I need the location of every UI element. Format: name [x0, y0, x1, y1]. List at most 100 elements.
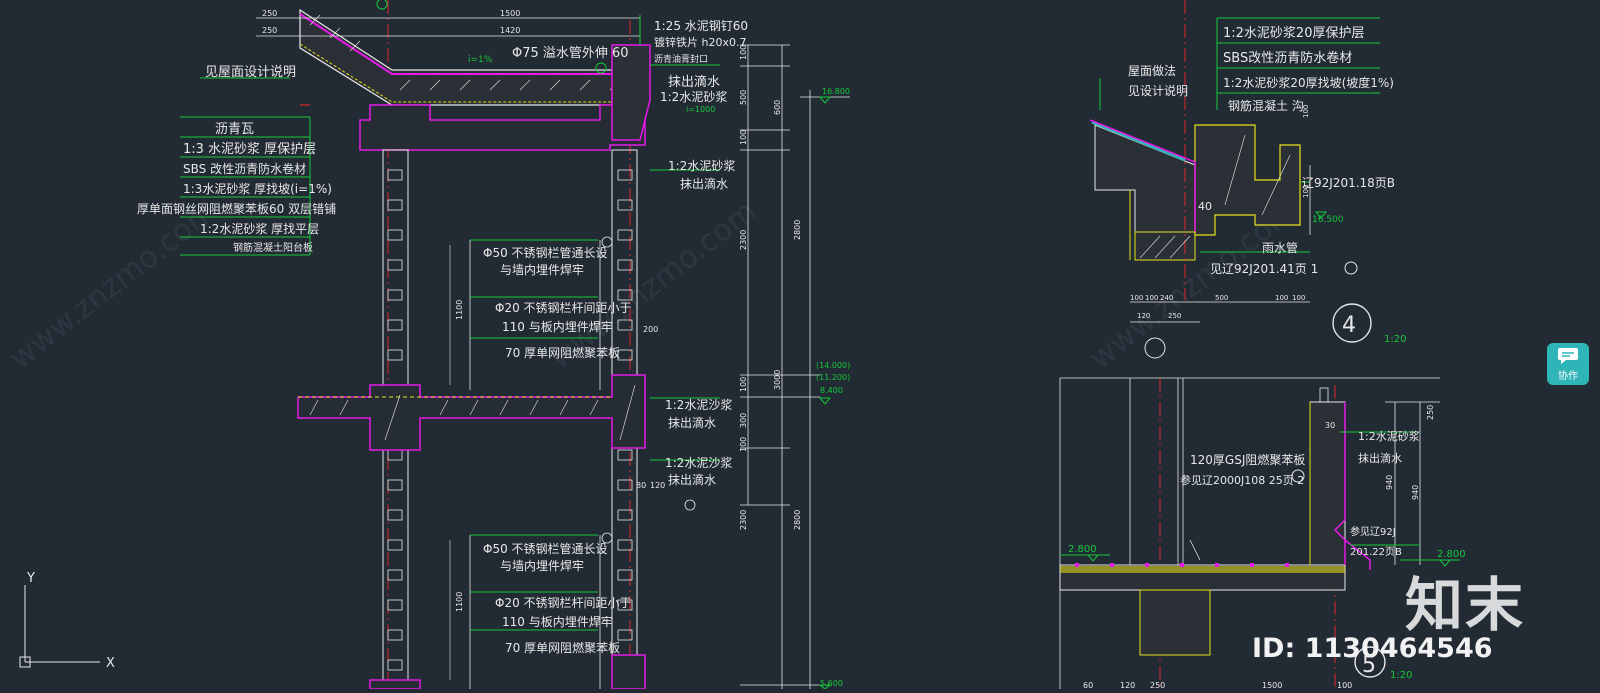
d4-ref-1: 辽92J201.18页B [1302, 176, 1395, 190]
elev-2: (11.200) [816, 373, 850, 382]
layer-text-4: 厚单面钢丝网阻燃聚苯板60 双层错铺 [137, 201, 336, 216]
rail-b1: Φ20 不锈钢栏杆间距小于 [495, 300, 632, 315]
d5-panel-2: 参见辽2000J108 25页 2 [1180, 473, 1304, 487]
detail-4: 1:2水泥砂浆20厚保护层 SBS改性沥青防水卷材 1:2水泥砂浆20厚找坡(坡… [1089, 0, 1406, 359]
rail-a1: Φ50 不锈钢栏管通长设 [483, 245, 608, 260]
d5-panel-1: 120厚GSJ阻燃聚苯板 [1190, 452, 1305, 467]
d4-dim-3: 100 [1275, 294, 1288, 302]
drip-1b: 1:2水泥砂浆 [660, 89, 727, 104]
d4-elev: 16.500 [1312, 215, 1344, 225]
chat-bubble-icon [1558, 347, 1578, 364]
d4-layer-0: 1:2水泥砂浆20厚保护层 [1223, 26, 1364, 41]
watermark-logo: 知末 [1405, 571, 1526, 639]
dim-top-2: 250 [262, 26, 277, 35]
watermark-id: ID: 1130464546 [1252, 633, 1493, 664]
watermark-text-1: www.znzmo.com [3, 194, 223, 376]
cad-drawing-svg: www.znzmo.com www.znzmo.com www.znzmo.co… [3, 0, 1466, 691]
d4-downpipe: 雨水管 [1262, 240, 1298, 255]
drip-3a: 1:2水泥沙浆 [665, 397, 732, 412]
d4-scale: 1:20 [1384, 334, 1406, 345]
d4-dim-0: 100 [1302, 105, 1310, 118]
d4-dim-4: 100 [1292, 294, 1305, 302]
collaborate-label: 协作 [1558, 370, 1578, 382]
drip-1c: i=1000 [686, 105, 715, 114]
d5-elev-left: 2.800 [1068, 544, 1097, 555]
dim-side-14: 200 [643, 325, 658, 334]
d5-dim-4: 60 [1083, 681, 1093, 689]
layer-text-3: 1:3水泥砂浆 厚找坡(i=1%) [183, 181, 332, 196]
dim-side-0: 100 [739, 45, 748, 60]
layer-text-2: SBS 改性沥青防水卷材 [183, 161, 306, 176]
ucs-x-label: X [106, 656, 115, 671]
d4-dim-7: 240 [1160, 294, 1173, 302]
d4-roof-note-2: 见设计说明 [1128, 83, 1188, 98]
d4-num-40: 40 [1198, 200, 1212, 213]
gutter-note-1: 1:25 水泥钢钉60 [654, 19, 748, 33]
dim-side-5: 2800 [793, 220, 802, 240]
dim-side-13: 1100 [455, 592, 464, 612]
dim-side-16: 120 [650, 481, 665, 490]
layer-text-0: 沥青瓦 [215, 122, 254, 137]
dim-side-15: 80 [636, 481, 646, 490]
drip-4b: 抹出滴水 [668, 472, 716, 487]
layer-text-5: 1:2水泥砂浆 厚找平层 [200, 221, 319, 236]
dim-side-4: 2300 [739, 230, 748, 250]
d4-layer-1: SBS改性沥青防水卷材 [1223, 50, 1352, 66]
dim-top-3: 1420 [500, 26, 520, 35]
d5-dim-8: 100 [1337, 681, 1352, 689]
layer-text-1: 1:3 水泥砂浆 厚保护层 [183, 142, 316, 157]
d4-dim-2: 500 [1215, 294, 1228, 302]
d5-scale: 1:20 [1390, 670, 1412, 681]
section-left: 见屋面设计说明 沥青瓦 1:3 水泥砂浆 厚保护层 SBS 改性沥青防水卷材 1… [137, 0, 850, 691]
d4-ref-2: 见辽92J201.41页 1 [1210, 262, 1318, 276]
dim-side-10: 2300 [739, 510, 748, 530]
drip-4a: 1:2水泥沙浆 [665, 455, 732, 470]
roof-slope: i=1% [468, 55, 493, 65]
layer-text-6: 钢筋混凝土阳台板 [233, 241, 313, 254]
drip-1a: 抹出滴水 [668, 74, 720, 90]
rail-e1: Φ20 不锈钢栏杆间距小于 [495, 595, 632, 610]
rail-a2: 与墙内埋件焊牢 [500, 262, 584, 277]
d5-ref-2: 201.22页B [1350, 546, 1402, 558]
d5-dim-6: 250 [1150, 681, 1165, 689]
dim-top-0: 250 [262, 9, 277, 18]
elev-1: (14.000) [816, 361, 850, 370]
rail-e2: 110 与板内埋件焊牢 [502, 614, 613, 629]
dim-side-1: 500 [739, 90, 748, 105]
d4-dim-8: 100 [1130, 294, 1143, 302]
d4-dim-1: 100 [1302, 185, 1310, 198]
collaborate-button[interactable]: 协作 [1547, 343, 1589, 385]
cad-drawing-canvas[interactable]: www.znzmo.com www.znzmo.com www.znzmo.co… [0, 0, 1600, 691]
d5-drip-2: 抹出滴水 [1358, 451, 1402, 465]
d5-dim-5: 120 [1120, 681, 1135, 689]
drip-3b: 抹出滴水 [668, 415, 716, 430]
elev-0: 16.800 [822, 87, 850, 96]
ucs-y-label: Y [26, 571, 35, 586]
roof-note: 见屋面设计说明 [205, 65, 296, 80]
d4-dim-5: 120 [1137, 312, 1150, 320]
d5-ref-1: 参见辽92J [1350, 525, 1396, 538]
rail-d2: 与墙内埋件焊牢 [500, 558, 584, 573]
dim-side-8: 300 [739, 413, 748, 428]
d4-dim-9: 100 [1145, 294, 1158, 302]
drip-2b: 抹出滴水 [680, 176, 728, 191]
d4-dim-6: 250 [1168, 312, 1181, 320]
dim-side-2: 100 [739, 130, 748, 145]
gutter-note-2: 镀锌铁片 h20x0.7 [654, 35, 746, 49]
drip-2a: 1:2水泥砂浆 [668, 158, 735, 173]
dim-side-12: 1100 [455, 300, 464, 320]
d5-dim-1: 940 [1411, 485, 1420, 500]
dim-top-1: 1500 [500, 9, 520, 18]
d4-circle-number: 4 [1342, 313, 1356, 338]
elev-4: 5.600 [820, 679, 843, 688]
dim-side-6: 3000 [773, 370, 782, 390]
d5-drip-1: 1:2水泥砂浆 [1358, 429, 1420, 443]
dim-side-11: 2800 [793, 510, 802, 530]
ucs-icon: Y X [19, 571, 115, 671]
d4-roof-note-1: 屋面做法 [1128, 63, 1176, 78]
dim-side-9: 100 [739, 437, 748, 452]
d5-dim-0: 940 [1385, 475, 1394, 490]
rail-f: 70 厚单网阻燃聚苯板 [505, 640, 620, 655]
d4-layer-3: 钢筋混凝土 沟 [1228, 98, 1304, 113]
d5-dim-2: 250 [1426, 405, 1435, 420]
